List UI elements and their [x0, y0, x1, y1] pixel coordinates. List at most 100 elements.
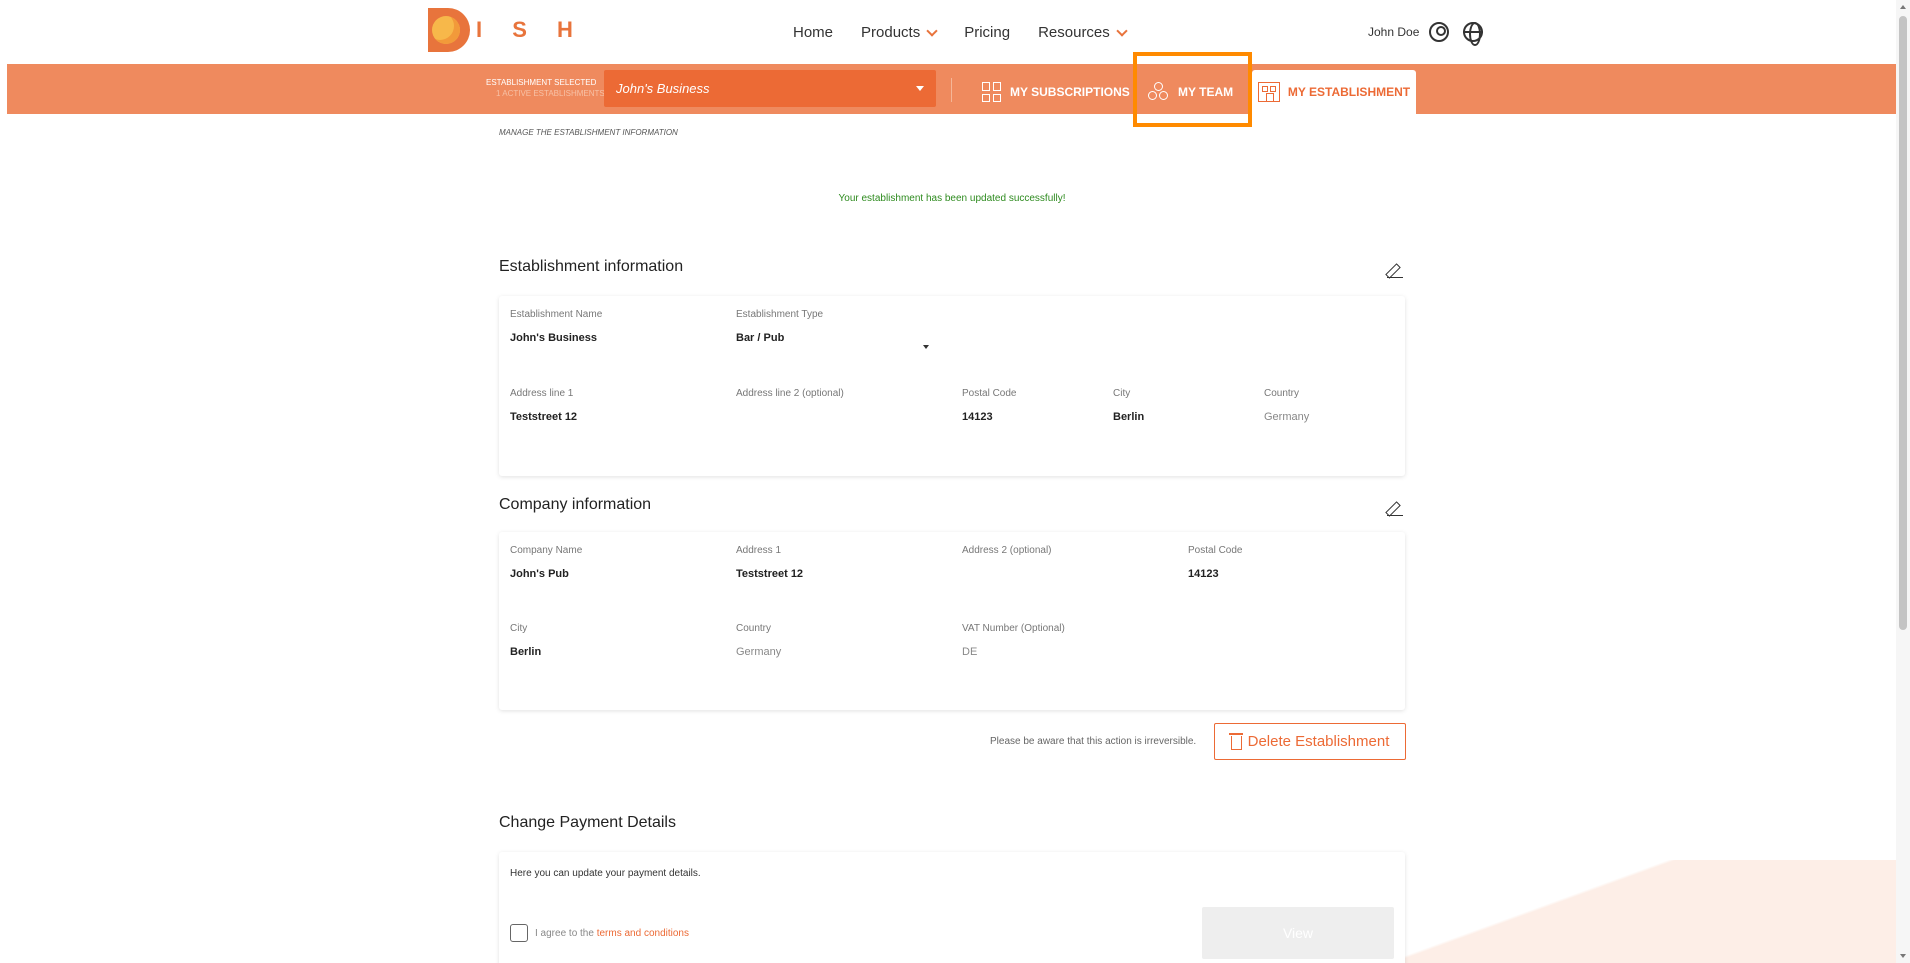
address-line2-label: Address line 2 (optional): [736, 388, 844, 399]
country-field: Country Germany: [1264, 388, 1309, 423]
scrollbar[interactable]: [1896, 0, 1910, 963]
company-name-value: John's Pub: [510, 568, 569, 580]
establishment-info-card: Establishment Name John's Business Estab…: [499, 296, 1405, 476]
user-area: John Doe: [1368, 22, 1484, 46]
background-decoration: [1380, 860, 1900, 963]
edit-company-icon[interactable]: [1387, 500, 1403, 516]
bar-divider: [951, 78, 952, 102]
company-country-value: Germany: [736, 646, 782, 658]
country-value: Germany: [1264, 411, 1310, 423]
terms-link[interactable]: terms and conditions: [597, 928, 689, 939]
delete-establishment-button[interactable]: Delete Establishment: [1214, 723, 1406, 760]
delete-establishment-label: Delete Establishment: [1247, 733, 1390, 750]
view-button[interactable]: View: [1202, 907, 1394, 959]
tab-my-establishment[interactable]: MY ESTABLISHMENT: [1252, 70, 1416, 114]
postal-code-label: Postal Code: [962, 388, 1017, 399]
company-country-label: Country: [736, 623, 772, 634]
address-line1-field[interactable]: Address line 1 Teststreet 12: [510, 388, 577, 423]
address-line1-label: Address line 1: [510, 388, 574, 399]
team-icon: [1148, 82, 1170, 102]
city-field[interactable]: City Berlin: [1113, 388, 1144, 423]
company-address2-label: Address 2 (optional): [962, 545, 1052, 556]
nav-home-label: Home: [793, 24, 834, 41]
tab-my-team[interactable]: MY TEAM: [1148, 70, 1233, 114]
chevron-down-icon: [926, 24, 938, 37]
tab-my-subscriptions[interactable]: MY SUBSCRIPTIONS: [982, 70, 1130, 114]
logo-icon: [428, 8, 470, 52]
address-line1-value: Teststreet 12: [510, 411, 578, 423]
tab-my-establishment-label: MY ESTABLISHMENT: [1287, 85, 1411, 99]
success-message: Your establishment has been updated succ…: [838, 193, 1066, 204]
establishment-select-value: John's Business: [616, 81, 710, 96]
city-label: City: [1113, 388, 1131, 399]
company-address1-field[interactable]: Address 1 Teststreet 12: [736, 545, 803, 580]
company-name-field[interactable]: Company Name John's Pub: [510, 545, 582, 580]
building-icon: [1257, 82, 1280, 102]
terms-agreement: I agree to the terms and conditions: [535, 928, 689, 939]
company-info-title: Company information: [499, 496, 652, 513]
company-info-card: Company Name John's Pub Address 1 Testst…: [499, 532, 1405, 710]
country-label: Country: [1264, 388, 1300, 399]
company-city-label: City: [510, 623, 528, 634]
company-postal-value: 14123: [1188, 568, 1219, 580]
establishment-select[interactable]: John's Business: [604, 70, 936, 107]
terms-prefix: I agree to the: [535, 928, 594, 939]
user-account-icon[interactable]: [1429, 22, 1450, 42]
vat-number-label: VAT Number (Optional): [962, 623, 1065, 634]
establishment-name-label: Establishment Name: [510, 309, 603, 320]
establishment-type-field[interactable]: Establishment Type Bar / Pub: [736, 309, 936, 349]
trash-icon: [1228, 733, 1243, 750]
delete-warning-note: Please be aware that this action is irre…: [990, 736, 1197, 747]
top-navigation: I S H Home Products Pricing Resources Jo…: [0, 0, 1896, 64]
chevron-down-icon: [1116, 24, 1128, 37]
city-value: Berlin: [1113, 411, 1145, 423]
payment-title: Change Payment Details: [499, 814, 676, 831]
edit-establishment-icon[interactable]: [1387, 262, 1403, 278]
postal-code-field[interactable]: Postal Code 14123: [962, 388, 1016, 423]
company-address1-label: Address 1: [736, 545, 782, 556]
breadcrumb: MANAGE THE ESTABLISHMENT INFORMATION: [499, 128, 678, 137]
company-postal-field[interactable]: Postal Code 14123: [1188, 545, 1242, 580]
tab-my-subscriptions-label: MY SUBSCRIPTIONS: [1010, 85, 1130, 99]
company-address2-field[interactable]: Address 2 (optional): [962, 545, 1052, 556]
nav-pricing[interactable]: Pricing: [964, 24, 1010, 41]
address-line2-field[interactable]: Address line 2 (optional): [736, 388, 844, 399]
establishment-selected-title: ESTABLISHMENT SELECTED: [486, 78, 597, 87]
establishment-selected-label: ESTABLISHMENT SELECTED 1 ACTIVE ESTABLIS…: [486, 77, 605, 99]
nav-products-label: Products: [861, 24, 921, 41]
active-establishments-count: 1 ACTIVE ESTABLISHMENTS: [496, 89, 605, 98]
tab-my-team-label: MY TEAM: [1178, 85, 1234, 99]
establishment-type-label: Establishment Type: [736, 309, 824, 320]
establishment-name-field[interactable]: Establishment Name John's Business: [510, 309, 602, 344]
establishment-type-value: Bar / Pub: [736, 332, 785, 344]
nav-products[interactable]: Products: [861, 24, 938, 41]
scroll-up-icon[interactable]: [1900, 5, 1906, 9]
caret-down-icon: [916, 86, 924, 91]
establishment-name-value: John's Business: [510, 332, 597, 344]
globe-language-icon[interactable]: [1463, 22, 1484, 46]
caret-down-icon: [923, 345, 929, 349]
logo-text: I S H: [476, 17, 585, 42]
establishment-info-title: Establishment information: [499, 258, 684, 275]
dish-logo[interactable]: I S H: [428, 8, 585, 52]
grid-icon: [982, 82, 1002, 102]
terms-checkbox[interactable]: [510, 924, 528, 942]
scroll-down-icon[interactable]: [1900, 954, 1906, 958]
user-name[interactable]: John Doe: [1368, 25, 1419, 39]
company-address1-value: Teststreet 12: [736, 568, 804, 580]
company-city-field[interactable]: City Berlin: [510, 623, 541, 658]
company-name-label: Company Name: [510, 545, 583, 556]
nav-resources[interactable]: Resources: [1038, 24, 1128, 41]
nav-home[interactable]: Home: [793, 24, 833, 41]
vat-number-value: DE: [962, 646, 978, 658]
company-country-field: Country Germany: [736, 623, 781, 658]
company-postal-label: Postal Code: [1188, 545, 1243, 556]
postal-code-value: 14123: [962, 411, 993, 423]
payment-description: Here you can update your payment details…: [510, 868, 701, 879]
main-nav: Home Products Pricing Resources: [793, 24, 1128, 41]
vat-number-field[interactable]: VAT Number (Optional) DE: [962, 623, 1065, 658]
scrollbar-thumb[interactable]: [1899, 16, 1907, 630]
nav-pricing-label: Pricing: [964, 24, 1011, 41]
company-city-value: Berlin: [510, 646, 542, 658]
nav-resources-label: Resources: [1038, 24, 1110, 41]
